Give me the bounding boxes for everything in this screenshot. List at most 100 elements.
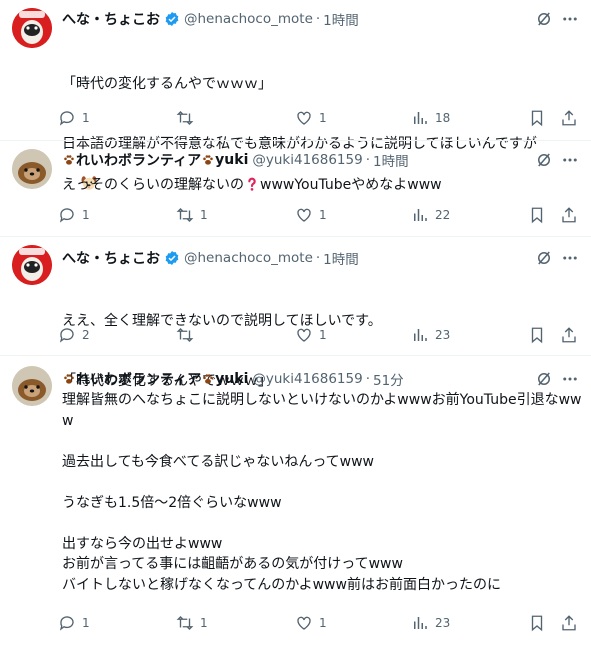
reply-button[interactable]: 1	[58, 205, 90, 225]
tweet-1[interactable]: へな・ちょこお @henachoco_mote · 1時間 「時代の変化するんや…	[0, 0, 591, 190]
display-name[interactable]: れいわボランティア	[76, 369, 201, 389]
tweet-4[interactable]: れいわボランティア yuki @yuki41686159 · 51分 理解皆無の…	[0, 356, 591, 650]
reply-count: 2	[82, 328, 90, 342]
like-button[interactable]: 1	[295, 613, 327, 633]
tweet-text-part: えっそのくらいの理解ないの	[62, 177, 244, 193]
share-icon	[562, 110, 576, 126]
views-button[interactable]: 23	[411, 325, 450, 345]
separator-dot: ·	[365, 371, 370, 387]
bookmark-button[interactable]	[528, 325, 552, 345]
bookmark-icon	[531, 327, 543, 344]
views-button[interactable]: 18	[411, 108, 450, 128]
display-name-suffix[interactable]: yuki	[215, 371, 248, 387]
timestamp[interactable]: 1時間	[323, 9, 359, 29]
display-name[interactable]: へな・ちょこお	[62, 9, 160, 29]
reply-button[interactable]: 1	[58, 108, 90, 128]
more-options-icon[interactable]	[561, 151, 579, 169]
share-button[interactable]	[560, 108, 584, 128]
views-bar-chart-icon	[414, 329, 427, 341]
retweet-icon	[176, 328, 194, 342]
views-count: 23	[435, 328, 451, 342]
verified-badge-icon	[165, 12, 179, 26]
views-count: 22	[435, 208, 451, 222]
grok-icon[interactable]	[535, 370, 553, 388]
bookmark-button[interactable]	[528, 205, 552, 225]
handle[interactable]: @yuki41686159	[252, 371, 362, 387]
avatar[interactable]	[12, 366, 52, 406]
paw-emoji-icon	[64, 374, 74, 384]
retweet-count: 1	[200, 616, 208, 630]
views-button[interactable]: 22	[411, 205, 450, 225]
share-button[interactable]	[560, 325, 584, 345]
action-bar: 1 1 1 23	[58, 613, 583, 633]
avatar[interactable]	[12, 245, 52, 285]
action-bar: 1 1 18	[58, 108, 583, 128]
reply-button[interactable]: 1	[58, 613, 90, 633]
reply-icon	[59, 616, 74, 631]
action-bar: 1 1 1 22	[58, 205, 583, 225]
action-bar: 2 1 23	[58, 325, 583, 345]
timestamp[interactable]: 1時間	[373, 150, 409, 170]
paw-emoji-icon	[203, 155, 213, 165]
like-button[interactable]: 1	[295, 108, 327, 128]
bookmark-icon	[531, 110, 543, 127]
retweet-icon	[176, 208, 194, 222]
share-icon	[562, 615, 576, 631]
reply-count: 1	[82, 616, 90, 630]
retweet-button[interactable]: 1	[176, 613, 208, 633]
timestamp[interactable]: 51分	[373, 369, 404, 389]
share-icon	[562, 207, 576, 223]
retweet-button[interactable]: 1	[176, 205, 208, 225]
avatar[interactable]	[12, 8, 52, 48]
handle[interactable]: @henachoco_mote	[184, 11, 313, 27]
tweet-2[interactable]: れいわボランティア yuki @yuki41686159 · 1時間 えっそのく…	[0, 141, 591, 236]
retweet-button[interactable]	[176, 108, 200, 128]
grok-icon[interactable]	[535, 151, 553, 169]
bookmark-button[interactable]	[528, 108, 552, 128]
retweet-count: 1	[200, 208, 208, 222]
heart-icon	[297, 616, 311, 630]
red-question-mark-icon	[248, 177, 256, 191]
bookmark-icon	[531, 207, 543, 224]
reply-icon	[59, 208, 74, 223]
more-options-icon[interactable]	[561, 10, 579, 28]
display-name[interactable]: へな・ちょこお	[62, 248, 160, 268]
paw-emoji-icon	[203, 374, 213, 384]
bookmark-icon	[531, 615, 543, 632]
tweet-text: えっそのくらいの理解ないの wwwYouTubeやめなよwww	[62, 175, 582, 195]
handle[interactable]: @yuki41686159	[252, 152, 362, 168]
heart-icon	[297, 328, 311, 342]
views-bar-chart-icon	[414, 617, 427, 629]
more-options-icon[interactable]	[561, 370, 579, 388]
verified-badge-icon	[165, 251, 179, 265]
like-count: 1	[319, 111, 327, 125]
tweet-text: 理解皆無のへなちょこに説明しないといけないのかよwwwお前YouTube引退なw…	[62, 392, 582, 593]
share-button[interactable]	[560, 613, 584, 633]
share-icon	[562, 327, 576, 343]
more-options-icon[interactable]	[561, 249, 579, 267]
separator-dot: ·	[365, 152, 370, 168]
like-button[interactable]: 1	[295, 205, 327, 225]
bookmark-button[interactable]	[528, 613, 552, 633]
timestamp[interactable]: 1時間	[323, 248, 359, 268]
like-button[interactable]: 1	[295, 325, 327, 345]
avatar[interactable]	[12, 149, 52, 189]
views-count: 23	[435, 616, 451, 630]
display-name[interactable]: れいわボランティア	[76, 150, 201, 170]
like-count: 1	[319, 616, 327, 630]
grok-icon[interactable]	[535, 249, 553, 267]
tweet-line: 「時代の変化するんやでｗｗｗ」	[62, 76, 272, 92]
like-count: 1	[319, 328, 327, 342]
handle[interactable]: @henachoco_mote	[184, 250, 313, 266]
share-button[interactable]	[560, 205, 584, 225]
tweet-3[interactable]: へな・ちょこお @henachoco_mote · 1時間 ええ、全く理解できな…	[0, 237, 591, 389]
reply-button[interactable]: 2	[58, 325, 90, 345]
views-bar-chart-icon	[414, 209, 427, 221]
reply-count: 1	[82, 208, 90, 222]
separator-dot: ·	[315, 250, 321, 266]
paw-emoji-icon	[64, 155, 74, 165]
display-name-suffix[interactable]: yuki	[215, 152, 248, 168]
views-button[interactable]: 23	[411, 613, 450, 633]
retweet-button[interactable]	[176, 325, 200, 345]
grok-icon[interactable]	[535, 10, 553, 28]
